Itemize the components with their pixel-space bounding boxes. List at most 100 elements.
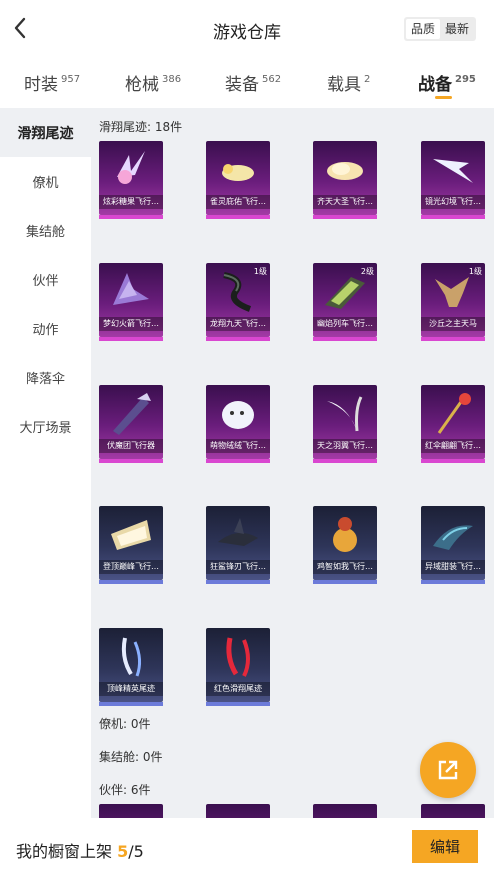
card-background — [421, 804, 485, 818]
plush-glider-icon — [222, 401, 254, 429]
active-tab-indicator — [435, 96, 452, 99]
rarity-bar — [206, 215, 270, 219]
rarity-bar — [313, 580, 377, 584]
rarity-bar — [206, 580, 270, 584]
item-card[interactable]: 红色滑翔尾迹 — [206, 628, 270, 706]
item-card[interactable]: 1级 龙翔九天飞行… — [206, 263, 270, 341]
rarity-bar — [99, 580, 163, 584]
card-background: 红伞翩翩飞行… — [421, 385, 485, 459]
feather-glider-icon — [327, 396, 363, 432]
item-card[interactable]: 伏魔团飞行器 — [99, 385, 163, 463]
item-name: 龙翔九天飞行… — [206, 317, 270, 331]
item-card[interactable]: 萌物绒绒飞行… — [206, 385, 270, 463]
tab-label: 载具 — [327, 75, 361, 95]
card-background — [99, 804, 163, 818]
sidebar-item-lobby-scene[interactable]: 大厅场景 — [0, 402, 91, 451]
card-background: 萌物绒绒飞行… — [206, 385, 270, 459]
item-name: 伏魔团飞行器 — [99, 439, 163, 453]
card-background: 登顶巅峰飞行… — [99, 506, 163, 580]
card-background: 顶峰精英尾迹 — [99, 628, 163, 702]
item-card[interactable]: 鸡智如我飞行… — [313, 506, 377, 584]
sidebar-item-wingman[interactable]: 僚机 — [0, 157, 91, 206]
showcase-current: 5 — [117, 842, 129, 861]
tab-label: 战备 — [418, 75, 452, 95]
card-background: 狂鲨锋刃飞行… — [206, 506, 270, 580]
umbrella-glider-icon — [437, 393, 471, 434]
partner-card[interactable] — [206, 804, 270, 818]
rarity-bar — [99, 702, 163, 706]
tab-vehicles[interactable]: 载具 2 — [327, 70, 370, 95]
card-background: 梦幻火箭飞行… — [99, 263, 163, 337]
rocket-glider-icon — [113, 273, 149, 305]
shark-glider-icon — [218, 518, 258, 546]
item-name: 雀灵庇佑飞行… — [206, 195, 270, 209]
tab-combat-gear[interactable]: 战备 295 — [418, 70, 476, 95]
rarity-bar — [206, 702, 270, 706]
item-level: 1级 — [253, 267, 267, 276]
sort-quality-button[interactable]: 品质 — [405, 19, 440, 39]
item-grid: 滑翔尾迹: 18件 炫彩糖果飞行… 雀灵庇佑飞行… 齐天大圣飞行… 镜光幻境飞行… — [91, 108, 494, 818]
item-card[interactable]: 天之羽翼飞行… — [313, 385, 377, 463]
card-background: 1级 龙翔九天飞行… — [206, 263, 270, 337]
sidebar-item-assembly-pod[interactable]: 集结舱 — [0, 206, 91, 255]
item-card[interactable]: 登顶巅峰飞行… — [99, 506, 163, 584]
section-title-pod: 集结舱: 0件 — [99, 750, 163, 764]
card-background: 1级 沙丘之主天马 — [421, 263, 485, 337]
tab-count: 2 — [364, 74, 371, 85]
sidebar-item-emote[interactable]: 动作 — [0, 304, 91, 353]
partner-card[interactable] — [421, 804, 485, 818]
tab-equipment[interactable]: 装备 562 — [225, 70, 281, 95]
item-card[interactable]: 狂鲨锋刃飞行… — [206, 506, 270, 584]
tab-fashion[interactable]: 时装 957 — [24, 70, 80, 95]
item-name: 鸡智如我飞行… — [313, 560, 377, 574]
item-level: 1级 — [468, 267, 482, 276]
item-card[interactable]: 齐天大圣飞行… — [313, 141, 377, 219]
item-name: 红伞翩翩飞行… — [421, 439, 485, 453]
card-background: 2级 幽焰列车飞行… — [313, 263, 377, 337]
item-card[interactable]: 炫彩糖果飞行… — [99, 141, 163, 219]
card-background — [313, 804, 377, 818]
item-name: 红色滑翔尾迹 — [206, 682, 270, 696]
item-card[interactable]: 红伞翩翩飞行… — [421, 385, 485, 463]
rarity-bar — [313, 459, 377, 463]
share-button[interactable] — [420, 742, 476, 798]
edit-button[interactable]: 编辑 — [412, 830, 478, 863]
cloud-glider-icon — [327, 162, 363, 180]
item-name: 萌物绒绒飞行… — [206, 439, 270, 453]
tab-guns[interactable]: 枪械 386 — [125, 70, 181, 95]
card-background: 雀灵庇佑飞行… — [206, 141, 270, 215]
item-card[interactable]: 镜光幻境飞行… — [421, 141, 485, 219]
tab-count: 562 — [262, 74, 282, 85]
chicken-glider-icon — [333, 517, 357, 552]
sidebar-item-partner[interactable]: 伙伴 — [0, 255, 91, 304]
item-name: 异域甜装飞行… — [421, 560, 485, 574]
partner-card[interactable] — [99, 804, 163, 818]
item-card[interactable]: 异域甜装飞行… — [421, 506, 485, 584]
header: 游戏仓库 品质 最新 — [0, 0, 494, 58]
rarity-bar — [99, 215, 163, 219]
rarity-bar — [99, 459, 163, 463]
item-card[interactable]: 顶峰精英尾迹 — [99, 628, 163, 706]
section-title-wingman: 僚机: 0件 — [99, 717, 151, 731]
showcase-status: 我的橱窗上架 5/5 — [16, 838, 144, 862]
card-background: 异域甜装飞行… — [421, 506, 485, 580]
showcase-label: 我的橱窗上架 — [16, 842, 113, 861]
card-background: 鸡智如我飞行… — [313, 506, 377, 580]
item-card[interactable]: 2级 幽焰列车飞行… — [313, 263, 377, 341]
category-tabs: 时装 957 枪械 386 装备 562 载具 2 战备 295 — [0, 58, 494, 108]
tab-count: 386 — [162, 74, 182, 85]
card-background: 天之羽翼飞行… — [313, 385, 377, 459]
item-level: 2级 — [360, 267, 374, 276]
tab-label: 装备 — [225, 75, 259, 95]
card-background: 炫彩糖果飞行… — [99, 141, 163, 215]
partner-card[interactable] — [313, 804, 377, 818]
item-card[interactable]: 1级 沙丘之主天马 — [421, 263, 485, 341]
sidebar-item-parachute[interactable]: 降落伞 — [0, 353, 91, 402]
rarity-bar — [421, 337, 485, 341]
item-card[interactable]: 梦幻火箭飞行… — [99, 263, 163, 341]
item-card[interactable]: 雀灵庇佑飞行… — [206, 141, 270, 219]
sort-latest-button[interactable]: 最新 — [440, 19, 474, 39]
sidebar-item-glide-trail[interactable]: 滑翔尾迹 — [0, 108, 91, 157]
tab-label: 时装 — [24, 75, 58, 95]
external-link-icon — [438, 760, 458, 780]
